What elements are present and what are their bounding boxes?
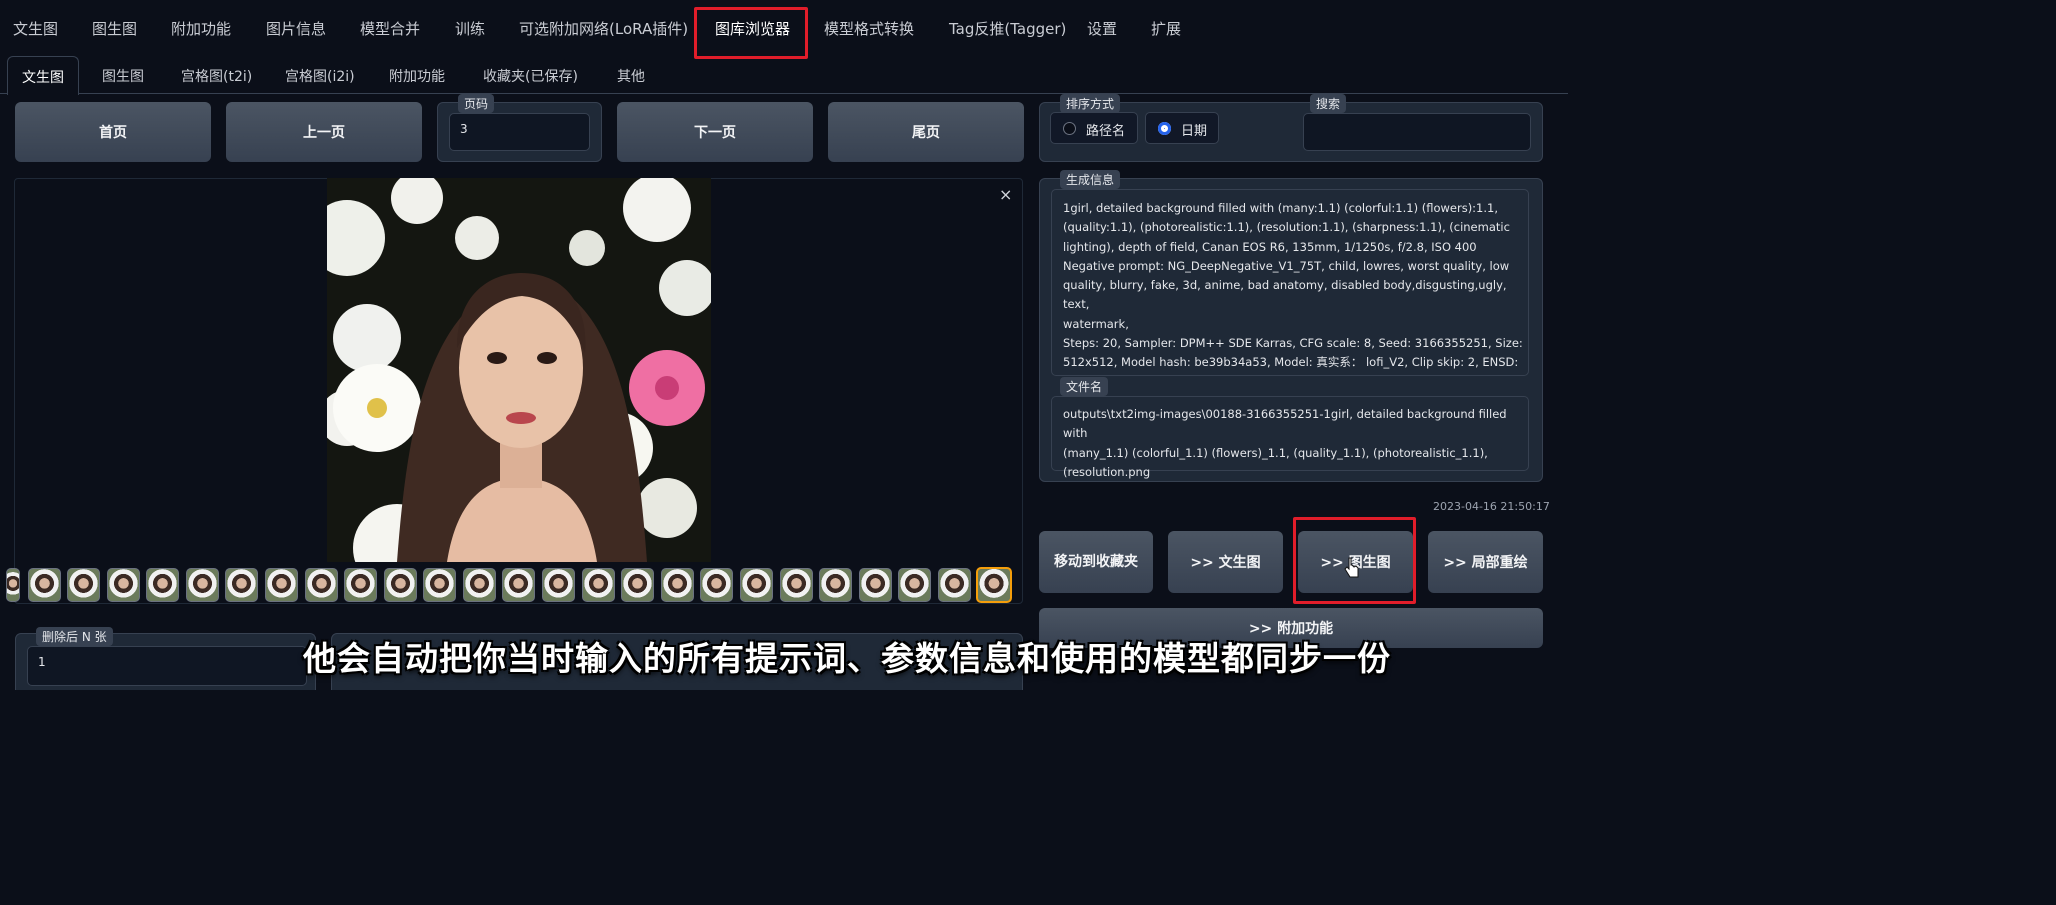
generation-info-textbox[interactable]: 1girl, detailed background filled with (…	[1051, 189, 1529, 389]
sort-search-panel: 排序方式 路径名 日期 搜索	[1039, 94, 1543, 162]
generation-info-panel: 生成信息 1girl, detailed background filled w…	[1039, 170, 1543, 482]
tab-img2img[interactable]: 图生图	[92, 18, 137, 39]
radio-path[interactable]	[1063, 122, 1076, 135]
thumbnail[interactable]	[225, 568, 258, 602]
page-number-input[interactable]: 3	[449, 113, 590, 151]
thumbnail[interactable]	[28, 568, 61, 602]
generation-info-text: 1girl, detailed background filled with (…	[1063, 201, 1523, 389]
delete-after-label: 删除后 N 张	[36, 627, 113, 646]
page-number-label: 页码	[458, 94, 495, 113]
thumbnail[interactable]	[819, 568, 852, 602]
thumbnail[interactable]	[384, 568, 417, 602]
tab-additional-networks[interactable]: 可选附加网络(LoRA插件)	[519, 18, 688, 39]
thumbnail[interactable]	[107, 568, 140, 602]
thumbnail[interactable]	[502, 568, 535, 602]
sub-tabs: 文生图 图生图 宫格图(t2i) 宫格图(i2i) 附加功能 收藏夹(已保存) …	[0, 56, 1568, 95]
close-preview-icon[interactable]: ×	[999, 185, 1012, 204]
thumbnail[interactable]	[265, 568, 298, 602]
prev-page-button[interactable]: 上一页	[226, 102, 422, 162]
thumbnail[interactable]	[740, 568, 773, 602]
subtab-grid-t2i[interactable]: 宫格图(t2i)	[181, 66, 252, 86]
delete-after-input[interactable]: 1	[27, 646, 307, 686]
thumbnail[interactable]	[700, 568, 733, 602]
tab-txt2img[interactable]: 文生图	[13, 18, 58, 39]
thumbnail[interactable]	[859, 568, 892, 602]
sort-option-path[interactable]: 路径名	[1050, 112, 1138, 144]
thumbnail[interactable]	[67, 568, 100, 602]
thumbnail[interactable]	[898, 568, 931, 602]
first-page-button[interactable]: 首页	[15, 102, 211, 162]
thumbnail[interactable]	[661, 568, 694, 602]
search-input[interactable]	[1303, 113, 1531, 151]
search-label: 搜索	[1310, 94, 1347, 113]
highlight-box-image-browser	[694, 7, 808, 59]
tab-train[interactable]: 训练	[455, 18, 485, 39]
thumbnail[interactable]	[621, 568, 654, 602]
thumbnail[interactable]	[780, 568, 813, 602]
video-subtitle: 他会自动把你当时输入的所有提示词、参数信息和使用的模型都同步一份	[303, 639, 1391, 678]
next-page-button[interactable]: 下一页	[617, 102, 813, 162]
tab-model-converter[interactable]: 模型格式转换	[824, 18, 914, 39]
sort-label: 排序方式	[1060, 94, 1121, 113]
tab-extras[interactable]: 附加功能	[171, 18, 231, 39]
tab-png-info[interactable]: 图片信息	[266, 18, 326, 39]
mouse-pointer-icon	[1344, 557, 1359, 578]
thumbnail[interactable]	[6, 568, 20, 602]
thumbnail[interactable]	[938, 568, 971, 602]
thumbnail[interactable]	[463, 568, 496, 602]
subtab-grid-i2i[interactable]: 宫格图(i2i)	[285, 66, 355, 86]
timestamp: 2023-04-16 21:50:17	[1433, 500, 1550, 513]
move-to-favorites-button[interactable]: 移动到收藏夹	[1039, 531, 1153, 593]
thumbnail[interactable]	[344, 568, 377, 602]
subtab-txt2img[interactable]: 文生图	[7, 56, 79, 95]
file-name-label: 文件名	[1060, 377, 1109, 396]
thumbnail[interactable]	[146, 568, 179, 602]
radio-date[interactable]	[1158, 122, 1171, 135]
tab-checkpoint-merger[interactable]: 模型合并	[360, 18, 420, 39]
thumbnail[interactable]	[305, 568, 338, 602]
thumbnail-selected[interactable]	[976, 567, 1012, 603]
thumbnail[interactable]	[542, 568, 575, 602]
sort-option-path-label: 路径名	[1086, 124, 1126, 139]
thumbnail[interactable]	[423, 568, 456, 602]
subtab-extras[interactable]: 附加功能	[389, 66, 445, 86]
send-to-inpaint-button[interactable]: >> 局部重绘	[1428, 531, 1543, 593]
tab-extensions[interactable]: 扩展	[1151, 18, 1181, 39]
portrait-photo	[327, 178, 711, 562]
sort-option-date-label: 日期	[1181, 124, 1208, 139]
subtab-others[interactable]: 其他	[617, 66, 645, 86]
subtab-img2img[interactable]: 图生图	[102, 66, 144, 86]
tab-settings[interactable]: 设置	[1087, 18, 1117, 39]
generation-info-label: 生成信息	[1060, 170, 1121, 189]
preview-image[interactable]	[327, 178, 711, 562]
file-name-text: outputs\txt2img-images\00188-3166355251-…	[1063, 407, 1507, 479]
subtab-favorites[interactable]: 收藏夹(已保存)	[483, 66, 578, 86]
file-name-textbox[interactable]: outputs\txt2img-images\00188-3166355251-…	[1051, 396, 1529, 479]
page-number-panel: 页码 3	[437, 94, 602, 162]
sort-option-date[interactable]: 日期	[1145, 112, 1219, 144]
delete-after-panel: 删除后 N 张 1	[15, 627, 316, 690]
last-page-button[interactable]: 尾页	[828, 102, 1024, 162]
thumbnail[interactable]	[582, 568, 615, 602]
tab-tagger[interactable]: Tag反推(Tagger)	[949, 18, 1066, 39]
thumbnail-strip	[6, 567, 1018, 604]
send-to-txt2img-button[interactable]: >> 文生图	[1168, 531, 1283, 593]
thumbnail[interactable]	[186, 568, 219, 602]
